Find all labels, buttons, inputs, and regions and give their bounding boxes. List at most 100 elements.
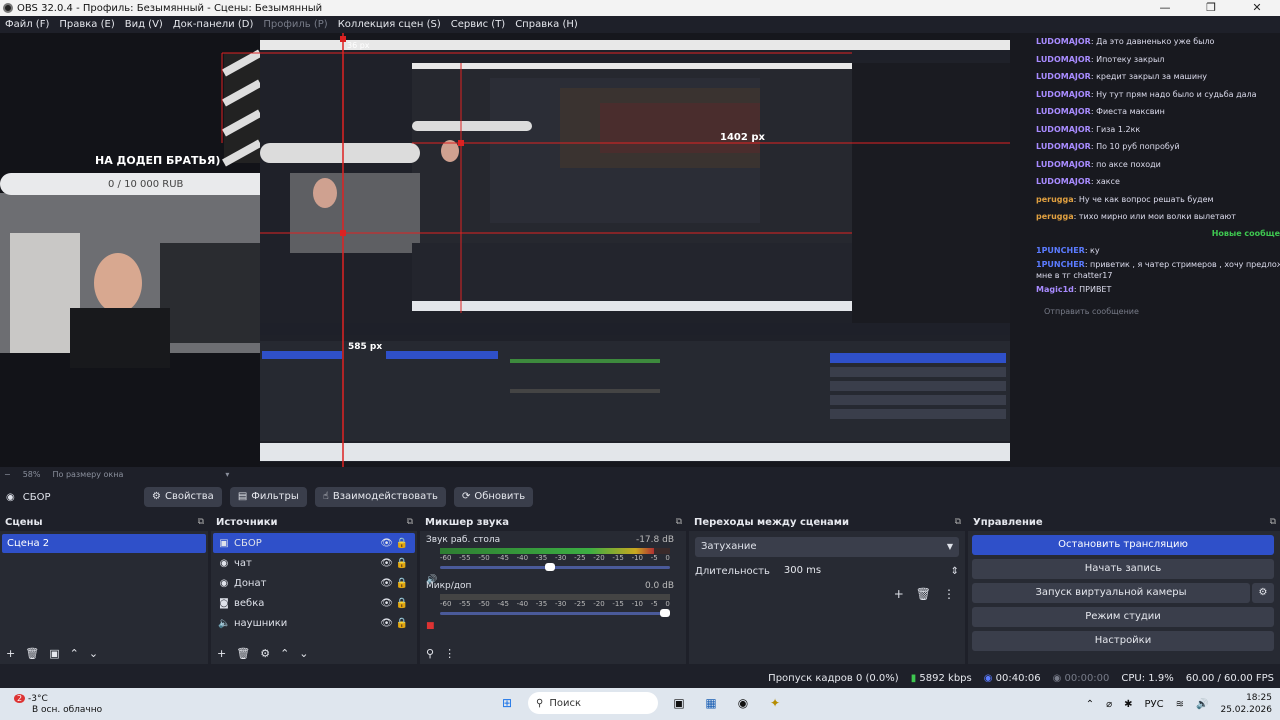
undock-icon[interactable]: ⧉ xyxy=(676,514,682,531)
chat-message: LUDOMAJOR: По 10 руб попробуй xyxy=(1036,142,1180,151)
menu-edit[interactable]: Правка (E) xyxy=(59,19,114,30)
source-item[interactable]: ◉ чат 👁 🔒 xyxy=(213,553,415,573)
obs-app-icon xyxy=(3,3,13,13)
menu-file[interactable]: Файл (F) xyxy=(5,19,49,30)
start-record-button[interactable]: Начать запись xyxy=(972,559,1274,579)
status-bar: Пропуск кадров 0 (0.0%) ▮ 5892 kbps ◉ 00… xyxy=(0,668,1280,688)
close-button[interactable]: ✕ xyxy=(1234,0,1280,16)
lock-icon[interactable]: 🔒 xyxy=(396,598,408,609)
visibility-icon[interactable]: 👁 xyxy=(380,618,393,629)
network-icon[interactable]: ⌀ xyxy=(1106,699,1112,710)
current-source: ◉ СБОР xyxy=(6,492,136,503)
tray-chevron-icon[interactable]: ⌃ xyxy=(1086,699,1094,710)
volume-knob[interactable] xyxy=(660,609,670,617)
add-icon[interactable]: + xyxy=(6,647,15,660)
source-item[interactable]: 🔈 наушники 👁 🔒 xyxy=(213,613,415,633)
chat-message: LUDOMAJOR: хаксе xyxy=(1036,177,1120,186)
trash-icon[interactable]: 🗑 xyxy=(916,587,931,601)
scene-item[interactable]: Сцена 2 xyxy=(2,534,206,553)
undock-icon[interactable]: ⧉ xyxy=(198,514,204,531)
filter-icon[interactable]: ▣ xyxy=(49,647,59,660)
source-item[interactable]: ◙ вебка 👁 🔒 xyxy=(213,593,415,613)
trash-icon[interactable]: 🗑 xyxy=(236,647,250,660)
studio-mode-button[interactable]: Режим студии xyxy=(972,607,1274,627)
language-indicator[interactable]: РУС xyxy=(1145,699,1164,710)
menu-tools[interactable]: Сервис (T) xyxy=(451,19,505,30)
more-icon[interactable]: ⋮ xyxy=(943,587,955,601)
zoom-out-button[interactable]: − xyxy=(4,470,11,479)
task-view-icon[interactable]: ▣ xyxy=(668,692,690,714)
virtual-camera-button[interactable]: Запуск виртуальной камеры xyxy=(972,583,1250,603)
visibility-icon[interactable]: 👁 xyxy=(380,558,393,569)
gear-icon[interactable]: ⚙ xyxy=(1252,583,1274,603)
muted-speaker-icon[interactable]: ■ xyxy=(426,621,435,631)
meter-tick-label: -15 xyxy=(612,554,624,562)
bluetooth-icon[interactable]: ✱ xyxy=(1124,699,1132,710)
trash-icon[interactable]: 🗑 xyxy=(25,647,39,660)
clock[interactable]: 18:25 25.02.2026 xyxy=(1220,692,1272,716)
search-box[interactable]: ⚲ Поиск xyxy=(528,692,658,714)
lock-icon[interactable]: 🔒 xyxy=(396,558,408,569)
menu-bar: Файл (F) Правка (E) Вид (V) Док-панели (… xyxy=(0,16,1280,33)
lock-icon[interactable]: 🔒 xyxy=(396,618,408,629)
store-icon[interactable]: ▦ xyxy=(700,692,722,714)
preview-area[interactable]: НА ДОДЕП БРАТЬЯ) 0 / 10 000 RUB 1402 px … xyxy=(0,33,1280,467)
filters-button[interactable]: ▤ Фильтры xyxy=(229,487,307,507)
title-bar: OBS 32.0.4 - Профиль: Безымянный - Сцены… xyxy=(0,0,1280,16)
chat-message: LUDOMAJOR: Фиеста максвин xyxy=(1036,107,1165,116)
chat-message: LUDOMAJOR: Ну тут прям надо было и судьб… xyxy=(1036,89,1257,99)
stop-stream-button[interactable]: Остановить трансляцию xyxy=(972,535,1274,555)
chat-message: Magic1d: ПРИВЕТ xyxy=(1036,285,1112,294)
add-icon[interactable]: + xyxy=(894,587,904,601)
start-icon[interactable]: ⊞ xyxy=(496,692,518,714)
chevron-up-icon[interactable]: ⌃ xyxy=(280,647,289,660)
transition-select[interactable]: Затухание ▼ xyxy=(695,537,959,557)
volume-slider[interactable] xyxy=(440,563,670,571)
mixer-channel: Звук раб. стола -17.8 dB -60 -55 -50 -45 -40… xyxy=(420,531,686,585)
more-icon[interactable]: ⋮ xyxy=(444,647,455,660)
lock-icon[interactable]: 🔒 xyxy=(396,538,408,549)
undock-icon[interactable]: ⧉ xyxy=(955,514,961,531)
volume-icon[interactable]: 🔊 xyxy=(1196,699,1208,710)
refresh-button[interactable]: ⟳ Обновить xyxy=(453,487,534,507)
meter-tick-label: -5 xyxy=(650,554,658,562)
visibility-icon[interactable]: 👁 xyxy=(380,538,393,549)
undock-icon[interactable]: ⧉ xyxy=(1270,514,1276,531)
zoom-fit-dropdown-icon[interactable]: ▾ xyxy=(225,470,229,479)
weather-widget[interactable]: 2 -3°C В осн. облачно xyxy=(14,693,102,716)
wifi-icon[interactable]: ≋ xyxy=(1176,699,1184,710)
search-icon: ⚲ xyxy=(536,697,544,709)
menu-profile[interactable]: Профиль (P) xyxy=(263,19,327,30)
source-item[interactable]: ◉ Донат 👁 🔒 xyxy=(213,573,415,593)
add-icon[interactable]: + xyxy=(217,647,226,660)
visibility-icon[interactable]: 👁 xyxy=(380,578,393,589)
menu-help[interactable]: Справка (H) xyxy=(515,19,578,30)
chevron-down-icon[interactable]: ⌄ xyxy=(299,647,308,660)
settings-button[interactable]: Настройки xyxy=(972,631,1274,651)
properties-button[interactable]: ⚙ Свойства xyxy=(144,487,222,507)
menu-docks[interactable]: Док-панели (D) xyxy=(173,19,254,30)
volume-knob[interactable] xyxy=(545,563,555,571)
obs-taskbar-icon[interactable]: ◉ xyxy=(732,692,754,714)
visibility-icon[interactable]: 👁 xyxy=(380,598,393,609)
menu-view[interactable]: Вид (V) xyxy=(125,19,163,30)
zoom-fit-select[interactable]: По размеру окна xyxy=(52,470,123,479)
volume-slider[interactable] xyxy=(440,609,670,617)
app-icon[interactable]: ✦ xyxy=(764,692,786,714)
meter-tick-label: -30 xyxy=(554,600,567,608)
undock-icon[interactable]: ⧉ xyxy=(407,514,413,531)
duration-input[interactable]: 300 ms xyxy=(777,561,943,581)
meter-tick-label: -55 xyxy=(459,600,471,608)
gear-icon[interactable]: ⚙ xyxy=(260,647,270,660)
menu-scene-collection[interactable]: Коллекция сцен (S) xyxy=(338,19,441,30)
minimize-button[interactable]: — xyxy=(1142,0,1188,16)
new-messages-indicator[interactable]: Новые сообще xyxy=(1036,226,1280,242)
interact-button[interactable]: ☝ Взаимодействовать xyxy=(314,487,446,507)
chevron-up-icon[interactable]: ⌃ xyxy=(70,647,79,660)
link-icon[interactable]: ⚲ xyxy=(426,647,434,660)
lock-icon[interactable]: 🔒 xyxy=(396,578,408,589)
spin-icon[interactable]: ⇕ xyxy=(951,566,959,577)
source-item[interactable]: ▣ СБОР 👁 🔒 xyxy=(213,533,415,553)
chevron-down-icon[interactable]: ⌄ xyxy=(89,647,98,660)
maximize-button[interactable]: ❐ xyxy=(1188,0,1234,16)
